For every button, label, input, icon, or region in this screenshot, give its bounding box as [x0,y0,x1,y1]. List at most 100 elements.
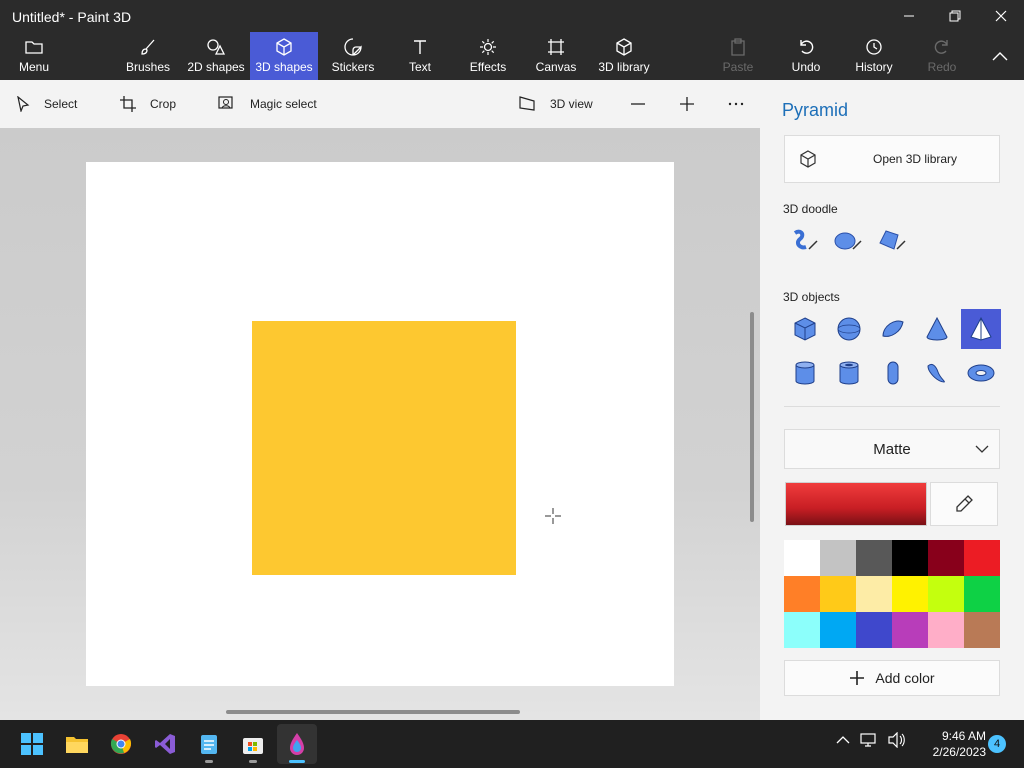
clock-date: 2/26/2023 [932,745,986,759]
current-color-swatch[interactable] [785,482,927,526]
start-button[interactable] [12,724,52,764]
select-button[interactable]: Select [16,80,77,128]
microsoft-store-button[interactable] [233,724,273,764]
zoom-in-button[interactable] [679,80,709,128]
vertical-scrollbar[interactable] [750,312,754,522]
cube-object-button[interactable] [785,309,825,349]
tab-canvas[interactable]: Canvas [532,32,580,80]
cylinder-object-button[interactable] [785,353,825,393]
redo-button[interactable]: Redo [922,32,962,80]
sphere-object-button[interactable] [829,309,869,349]
volume-icon[interactable] [888,732,906,748]
restore-button[interactable] [932,0,978,32]
notification-badge[interactable]: 4 [988,735,1006,753]
undo-button[interactable]: Undo [786,32,826,80]
material-label: Matte [873,440,911,458]
tube-doodle-button[interactable] [872,221,912,261]
3d-view-button[interactable]: 3D view [518,80,593,128]
history-icon [866,39,882,55]
tab-brushes[interactable]: Brushes [122,32,174,80]
color-swatch[interactable] [856,612,892,648]
open-3d-library-button[interactable]: Open 3D library [784,135,1000,183]
doodle-heading: 3D doodle [783,202,838,216]
color-swatch[interactable] [820,612,856,648]
history-button[interactable]: History [850,32,898,80]
color-swatch[interactable] [892,540,928,576]
capsule-object-button[interactable] [873,353,913,393]
eyedropper-button[interactable] [930,482,998,526]
tab-label: Brushes [125,60,171,74]
tab-stickers[interactable]: Stickers [326,32,380,80]
ribbon: Menu Brushes 2D shapes 3D shapes Sticker… [0,32,1024,80]
visual-studio-button[interactable] [145,724,185,764]
undo-icon [800,40,814,54]
cylinder-icon [795,361,815,385]
pyramid-icon [970,316,992,341]
notepad-button[interactable] [189,724,229,764]
paste-button[interactable]: Paste [718,32,758,80]
add-color-button[interactable]: Add color [784,660,1000,696]
color-swatch[interactable] [892,576,928,612]
tab-effects[interactable]: Effects [466,32,510,80]
material-dropdown[interactable]: Matte [784,429,1000,469]
clock[interactable]: 9:46 AM 2/26/2023 [916,728,986,760]
tab-3d-shapes[interactable]: 3D shapes [250,32,318,80]
yellow-square-shape[interactable] [252,321,516,575]
color-swatch[interactable] [964,612,1000,648]
minimize-button[interactable] [886,0,932,32]
folder-icon [66,737,88,753]
workspace [0,128,760,720]
chevron-down-icon [975,445,989,453]
color-swatch[interactable] [964,540,1000,576]
color-swatch[interactable] [784,576,820,612]
menu-button[interactable]: Menu [10,32,58,80]
sharp-edge-doodle-button[interactable] [784,221,824,261]
close-button[interactable] [978,0,1024,32]
bent-tube-object-button[interactable] [917,353,957,393]
collapse-ribbon-button[interactable] [980,32,1020,80]
network-icon[interactable] [860,732,878,748]
paint-3d-taskbar-button[interactable] [277,724,317,764]
hemisphere-object-button[interactable] [873,309,913,349]
color-swatch[interactable] [928,612,964,648]
color-swatch[interactable] [856,576,892,612]
chevron-up-icon [992,52,1008,61]
visual-studio-icon [155,734,175,754]
color-swatch[interactable] [820,576,856,612]
chevron-up-icon[interactable] [836,733,850,747]
add-color-label: Add color [875,670,935,686]
shapes-2d-icon [207,39,226,55]
tube-object-button[interactable] [829,353,869,393]
drawing-canvas[interactable] [86,162,674,686]
color-swatch[interactable] [892,612,928,648]
objects-heading: 3D objects [783,290,840,304]
horizontal-scrollbar[interactable] [226,710,520,714]
tab-3d-library[interactable]: 3D library [596,32,652,80]
panel-title: Pyramid [782,100,849,120]
chrome-button[interactable] [101,724,141,764]
color-swatch[interactable] [856,540,892,576]
cone-object-button[interactable] [917,309,957,349]
library-3d-icon [616,38,632,56]
color-swatch[interactable] [784,612,820,648]
crop-button[interactable]: Crop [120,80,176,128]
crosshair-cursor-icon [545,508,561,524]
tab-2d-shapes[interactable]: 2D shapes [184,32,248,80]
color-swatch[interactable] [820,540,856,576]
magic-select-button[interactable]: Magic select [218,80,317,128]
soft-edge-doodle-button[interactable] [828,221,868,261]
file-explorer-button[interactable] [57,724,97,764]
plus-icon [850,671,865,685]
zoom-out-button[interactable] [630,80,660,128]
crop-label: Crop [150,97,177,111]
pyramid-object-button[interactable] [961,309,1001,349]
color-swatch[interactable] [964,576,1000,612]
color-swatch[interactable] [928,540,964,576]
torus-object-button[interactable] [961,353,1001,393]
color-swatch[interactable] [784,540,820,576]
tab-text[interactable]: Text [400,32,440,80]
minimize-icon [904,15,914,17]
more-button[interactable] [727,80,759,128]
color-swatch[interactable] [928,576,964,612]
3d-view-icon [519,96,535,111]
